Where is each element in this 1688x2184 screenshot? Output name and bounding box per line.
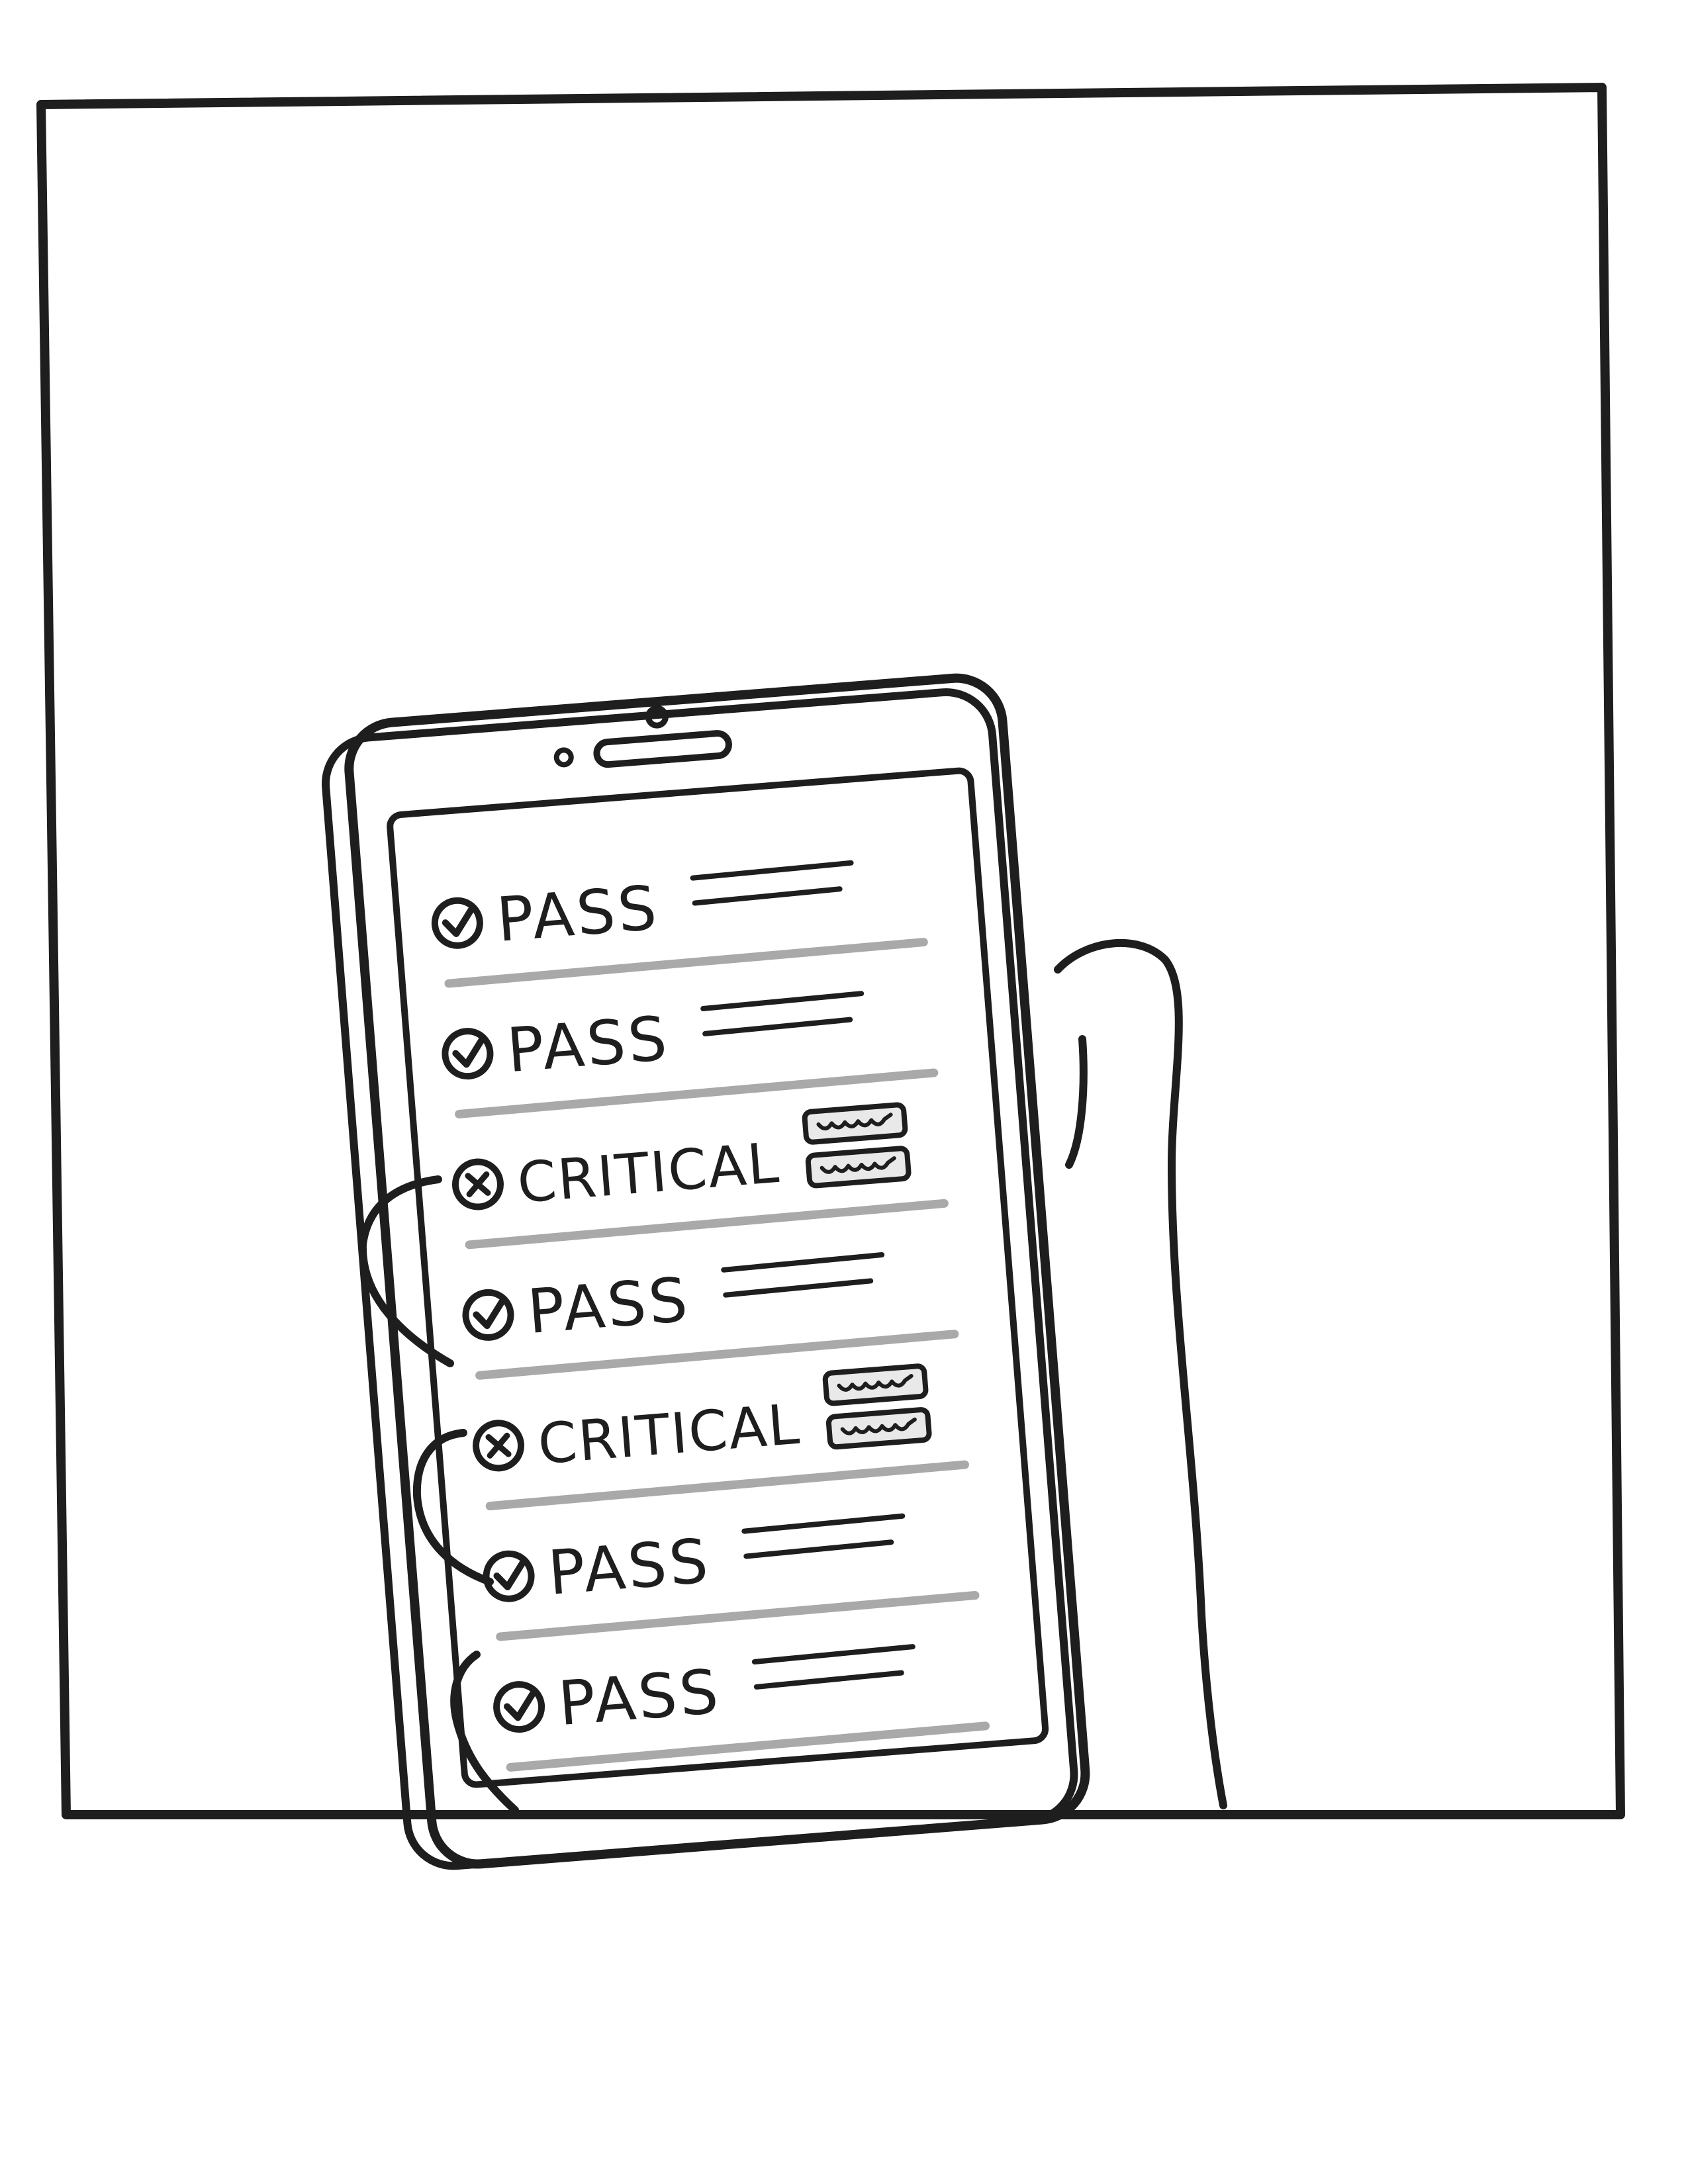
detail-text-lines	[751, 1644, 915, 1690]
list-item[interactable]: PASS	[462, 1244, 959, 1380]
x-circle-icon	[451, 1158, 504, 1210]
list-item[interactable]: PASS	[483, 1505, 980, 1641]
sensor-dot	[553, 747, 574, 768]
list-item[interactable]: CRITICAL	[473, 1363, 969, 1511]
list-item[interactable]: PASS	[442, 982, 939, 1118]
status-label: CRITICAL	[536, 1392, 802, 1477]
status-label: PASS	[556, 1656, 724, 1739]
status-label: PASS	[494, 872, 662, 956]
check-circle-icon	[493, 1681, 545, 1733]
detail-text-lines	[690, 860, 854, 906]
detail-button-top[interactable]	[822, 1363, 929, 1406]
earpiece-speaker	[593, 730, 732, 768]
status-label: PASS	[525, 1264, 692, 1347]
status-label: PASS	[504, 1003, 672, 1086]
check-circle-icon	[431, 897, 483, 949]
result-list: PASS PASS CRITICAL PASS CRITICAL PASS PASS	[431, 852, 990, 1772]
check-circle-icon	[483, 1550, 535, 1602]
status-label: CRITICAL	[515, 1130, 782, 1216]
check-circle-icon	[442, 1028, 494, 1080]
illustration-panel: PASS PASS CRITICAL PASS CRITICAL PASS PASS	[36, 83, 1625, 1870]
list-item[interactable]: CRITICAL	[451, 1102, 949, 1250]
x-circle-icon	[473, 1420, 525, 1472]
thumb-base	[1065, 1035, 1088, 1169]
phone-screen	[387, 767, 1049, 1788]
detail-button-bottom[interactable]	[825, 1407, 932, 1450]
detail-text-lines	[721, 1251, 885, 1298]
detail-button-bottom[interactable]	[805, 1146, 912, 1189]
detail-button-top[interactable]	[802, 1102, 908, 1145]
detail-text-lines	[700, 991, 865, 1036]
check-circle-icon	[462, 1289, 514, 1341]
status-label: PASS	[545, 1525, 713, 1609]
detail-text-lines	[741, 1513, 906, 1559]
finger-top	[358, 1175, 454, 1367]
list-item[interactable]: PASS	[431, 852, 928, 988]
